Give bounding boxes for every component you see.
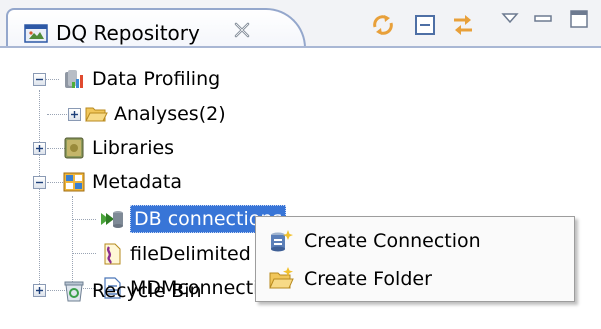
tree-item-file-delimited[interactable]: fileDelimited xyxy=(100,239,251,269)
file-delimited-icon xyxy=(104,243,121,265)
collapse-all-icon[interactable] xyxy=(412,12,438,38)
maximize-icon[interactable] xyxy=(568,8,590,30)
recycle-bin-icon xyxy=(64,281,84,302)
view-menu-icon[interactable] xyxy=(500,8,520,28)
db-connection-icon xyxy=(101,211,123,228)
tree-item-label: Libraries xyxy=(92,137,175,159)
tab-title: DQ Repository xyxy=(56,21,200,45)
tree-item-label: Metadata xyxy=(92,171,182,193)
tree-item-metadata[interactable]: Metadata xyxy=(62,167,182,197)
expand-toggle[interactable] xyxy=(33,284,46,297)
view-tab-bar: DQ Repository xyxy=(0,0,601,48)
tree-guide-line xyxy=(72,196,73,288)
tree-guide-line xyxy=(72,219,96,220)
menu-item-create-connection[interactable]: Create Connection xyxy=(260,223,560,259)
data-profiling-icon xyxy=(65,70,83,88)
tree-item-analyses[interactable]: Analyses(2) xyxy=(84,99,226,129)
collapse-toggle[interactable] xyxy=(33,176,46,189)
tree-item-libraries[interactable]: Libraries xyxy=(62,133,174,163)
metadata-icon xyxy=(63,172,85,192)
tree-item-label: Analyses(2) xyxy=(114,103,226,125)
tree-guide-line xyxy=(72,253,96,254)
expand-toggle[interactable] xyxy=(33,142,46,155)
tree-item-data-profiling[interactable]: Data Profiling xyxy=(62,64,220,94)
menu-item-create-folder[interactable]: Create Folder xyxy=(260,261,560,297)
menu-item-label: Create Connection xyxy=(304,230,481,252)
menu-item-label: Create Folder xyxy=(304,268,432,290)
expand-toggle[interactable] xyxy=(68,108,81,121)
libraries-icon xyxy=(64,137,84,159)
tree-item-label: Data Profiling xyxy=(92,68,221,90)
refresh-icon[interactable] xyxy=(370,12,396,38)
close-icon[interactable] xyxy=(232,20,252,40)
create-folder-icon xyxy=(269,267,294,289)
repository-icon xyxy=(24,24,48,43)
link-with-editor-icon[interactable] xyxy=(450,12,476,38)
minimize-icon[interactable] xyxy=(532,8,554,30)
dq-repository-tab[interactable]: DQ Repository xyxy=(6,8,306,48)
context-menu: Create Connection Create Folder xyxy=(255,216,575,302)
tree-guide-line xyxy=(39,90,40,290)
tree-item-recycle-bin[interactable]: Recycle Bin xyxy=(62,276,202,306)
folder-icon xyxy=(85,107,108,122)
tree-item-label: fileDelimited xyxy=(130,243,251,265)
collapse-toggle[interactable] xyxy=(33,73,46,86)
tree-item-label: Recycle Bin xyxy=(92,280,202,302)
create-connection-icon xyxy=(271,230,293,252)
